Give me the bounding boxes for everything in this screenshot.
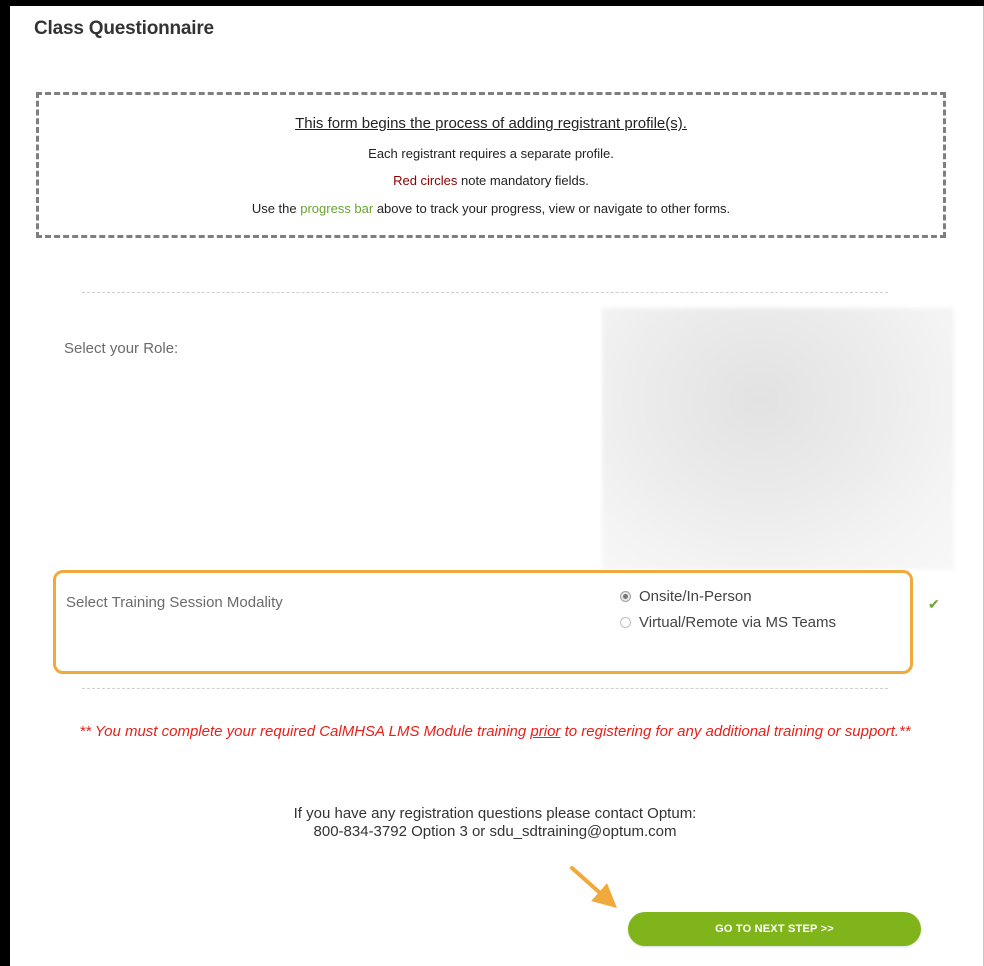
check-icon: ✔ <box>928 596 940 612</box>
contact-info: If you have any registration questions p… <box>40 805 950 841</box>
contact-line-1: If you have any registration questions p… <box>293 805 697 822</box>
instructions-line-progress: Use the progress bar above to track your… <box>39 201 943 216</box>
instructions-line-mandatory: Red circles note mandatory fields. <box>39 173 943 188</box>
progress-bar-text: progress bar <box>300 201 374 216</box>
warning-text-prior: prior <box>530 723 561 740</box>
modality-option-onsite[interactable]: Onsite/In-Person <box>620 588 752 605</box>
window-frame-top <box>0 0 984 6</box>
modality-option-onsite-label: Onsite/In-Person <box>639 588 752 605</box>
role-label: Select your Role: <box>64 340 179 357</box>
instructions-box: This form begins the process of adding r… <box>36 92 946 238</box>
mandatory-fields-text: note mandatory fields. <box>457 173 589 188</box>
role-options-blurred[interactable] <box>602 308 954 570</box>
window-frame-left <box>0 0 10 966</box>
radio-virtual[interactable] <box>620 617 631 628</box>
red-circles-text: Red circles <box>393 173 458 188</box>
arrow-annotation-icon <box>570 866 617 908</box>
section-divider-top <box>82 292 888 293</box>
go-to-next-step-button[interactable]: GO TO NEXT STEP >> <box>628 912 921 946</box>
radio-onsite-selected[interactable] <box>620 591 631 602</box>
modality-option-virtual-label: Virtual/Remote via MS Teams <box>639 614 837 631</box>
modality-label: Select Training Session Modality <box>66 594 283 611</box>
page-title: Class Questionnaire <box>34 18 214 39</box>
section-divider-bottom <box>82 688 888 689</box>
progress-intro-text: Use the <box>251 201 301 216</box>
warning-text-after: to registering for any additional traini… <box>560 723 911 740</box>
training-warning: ** You must complete your required CalMH… <box>40 723 950 741</box>
contact-line-2: 800-834-3792 Option 3 or sdu_sdtraining@… <box>313 823 677 840</box>
warning-text-before: ** You must complete your required CalMH… <box>79 723 531 740</box>
modality-option-virtual[interactable]: Virtual/Remote via MS Teams <box>620 614 836 631</box>
progress-outro-text: above to track your progress, view or na… <box>373 201 731 216</box>
instructions-line-profile: Each registrant requires a separate prof… <box>368 146 614 161</box>
instructions-heading: This form begins the process of adding r… <box>295 115 687 132</box>
